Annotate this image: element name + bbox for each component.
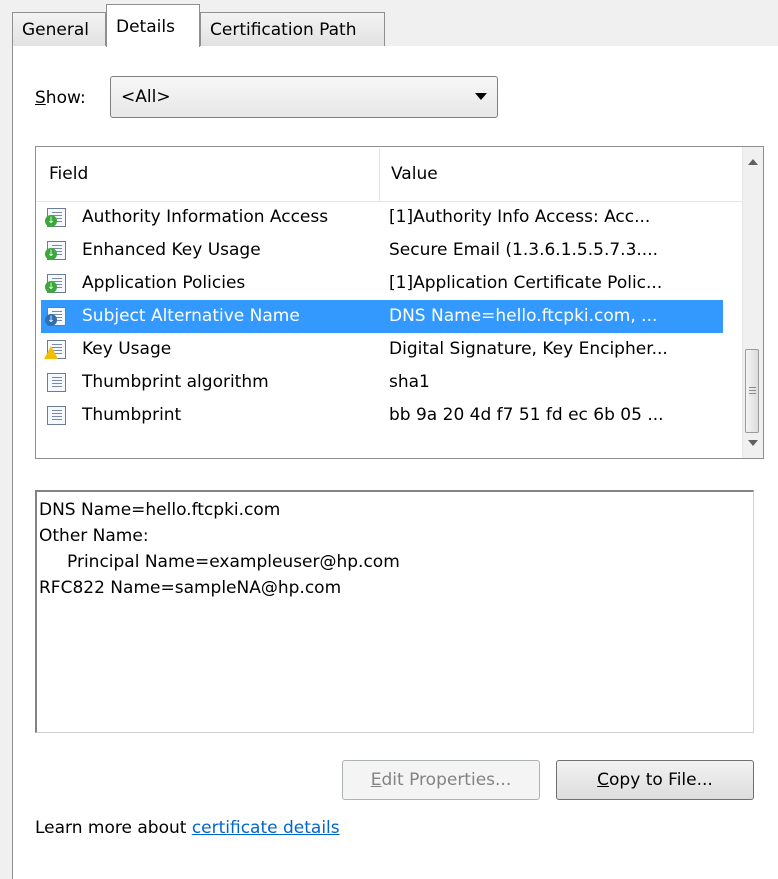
certificate-extension-icon: ↓: [45, 208, 66, 227]
tab-general[interactable]: General: [12, 12, 106, 46]
field-name: Subject Alternative Name: [82, 306, 300, 326]
scrollbar-thumb[interactable]: [745, 349, 759, 433]
field-name: Thumbprint algorithm: [82, 372, 269, 392]
edit-properties-button[interactable]: Edit Properties...: [342, 760, 540, 800]
field-value: DNS Name=hello.ftcpki.com, ...: [389, 306, 658, 326]
field-value: Digital Signature, Key Encipher...: [389, 339, 668, 359]
column-header-field[interactable]: Field: [49, 164, 88, 184]
list-item[interactable]: Thumbprint algorithm sha1: [41, 366, 723, 399]
list-item[interactable]: ↓ Enhanced Key Usage Secure Email (1.3.6…: [41, 234, 723, 267]
scroll-up-arrow-icon[interactable]: [748, 159, 758, 165]
field-value: [1]Authority Info Access: Acc...: [389, 207, 651, 227]
show-label: Show:: [35, 88, 86, 108]
certificate-extension-icon: ↓: [45, 241, 66, 260]
field-name: Authority Information Access: [82, 207, 329, 227]
list-item[interactable]: ↓ Authority Information Access [1]Author…: [41, 201, 723, 234]
field-name: Application Policies: [82, 273, 246, 293]
tab-certification-path[interactable]: Certification Path: [200, 12, 385, 46]
column-separator[interactable]: [379, 148, 380, 201]
detail-line: RFC822 Name=sampleNA@hp.com: [39, 578, 342, 598]
field-value: [1]Application Certificate Polic...: [389, 273, 663, 293]
detail-line: DNS Name=hello.ftcpki.com: [39, 500, 281, 520]
list-item[interactable]: Key Usage Digital Signature, Key Enciphe…: [41, 333, 723, 366]
field-value: Secure Email (1.3.6.1.5.5.7.3....: [389, 240, 659, 260]
certificate-extension-icon: ↓: [45, 307, 66, 326]
certificate-extension-icon: ↓: [45, 274, 66, 293]
list-item[interactable]: Thumbprint bb 9a 20 4d f7 51 fd ec 6b 05…: [41, 399, 723, 432]
field-name: Key Usage: [82, 339, 172, 359]
copy-to-file-button[interactable]: Copy to File...: [556, 760, 754, 800]
column-header-value[interactable]: Value: [391, 164, 438, 184]
chevron-down-icon: [475, 93, 487, 100]
detail-line: Other Name:: [39, 526, 149, 546]
field-name: Thumbprint: [82, 405, 182, 425]
property-icon: [47, 373, 66, 392]
field-value: bb 9a 20 4d f7 51 fd ec 6b 05 ...: [389, 405, 664, 425]
detail-line: Principal Name=exampleuser@hp.com: [67, 552, 400, 572]
learn-more-text: Learn more about certificate details: [35, 818, 340, 838]
list-header: Field Value: [37, 148, 751, 202]
certificate-details-link[interactable]: certificate details: [192, 818, 340, 838]
critical-extension-warning-icon: [44, 340, 66, 359]
field-value: sha1: [389, 372, 430, 392]
tab-strip: General Details Certification Path: [0, 0, 778, 47]
tab-details[interactable]: Details: [106, 4, 200, 47]
fields-list[interactable]: Field Value ↓ Authority Information Acce…: [35, 146, 764, 459]
list-item-selected[interactable]: ↓ Subject Alternative Name DNS Name=hell…: [41, 300, 723, 333]
field-name: Enhanced Key Usage: [82, 240, 261, 260]
field-detail-textbox[interactable]: DNS Name=hello.ftcpki.com Other Name: Pr…: [35, 490, 754, 733]
show-dropdown[interactable]: <All>: [110, 76, 498, 118]
show-dropdown-value: <All>: [121, 87, 171, 107]
scroll-down-arrow-icon[interactable]: [748, 440, 758, 446]
property-icon: [47, 406, 66, 425]
list-item[interactable]: ↓ Application Policies [1]Application Ce…: [41, 267, 723, 300]
vertical-scrollbar[interactable]: [742, 147, 763, 458]
